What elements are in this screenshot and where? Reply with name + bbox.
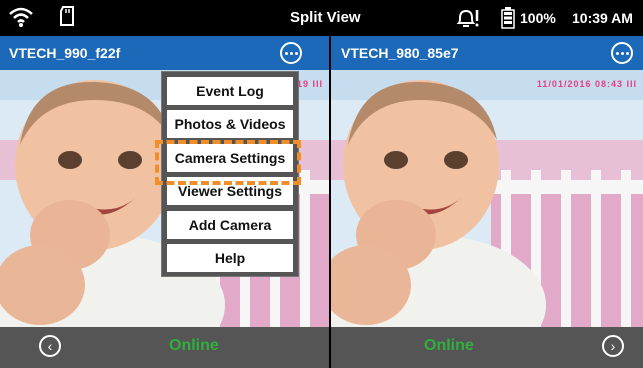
chevron-left-icon[interactable]: ‹	[39, 335, 61, 357]
right-timestamp: 11/01/2016 08:43 III	[536, 79, 637, 89]
right-camera-panel[interactable]: VTECH_980_85e7 11/01/2016 08:43 III Onli…	[331, 36, 643, 368]
clock: 10:39 AM	[572, 10, 633, 26]
right-camera-feed[interactable]: 11/01/2016 08:43 III	[331, 70, 643, 327]
menu-item-photos-videos[interactable]: Photos & Videos	[167, 110, 293, 138]
highlight-box	[155, 140, 301, 185]
wifi-icon	[9, 7, 33, 27]
left-timestamp: 19 III	[296, 79, 323, 89]
left-status-online: Online	[169, 337, 219, 354]
menu-item-add-camera[interactable]: Add Camera	[167, 211, 293, 239]
left-panel-footer: ‹ Online	[0, 327, 329, 368]
chevron-right-icon[interactable]: ›	[602, 335, 624, 357]
battery-icon	[501, 7, 515, 29]
right-panel-footer: Online ›	[331, 327, 643, 368]
screen-title: Split View	[290, 9, 361, 26]
right-status-online: Online	[424, 337, 474, 354]
sd-card-icon	[60, 6, 74, 26]
more-options-button[interactable]	[280, 42, 302, 64]
more-options-button[interactable]	[611, 42, 633, 64]
battery-percentage: 100%	[520, 10, 556, 26]
right-camera-name: VTECH_980_85e7	[341, 45, 459, 61]
right-panel-header: VTECH_980_85e7	[331, 36, 643, 70]
alert-icon	[456, 9, 479, 27]
baby-image	[331, 70, 643, 327]
menu-item-event-log[interactable]: Event Log	[167, 77, 293, 105]
menu-item-help[interactable]: Help	[167, 244, 293, 272]
left-camera-name: VTECH_990_f22f	[9, 45, 121, 61]
status-bar: Split View 100% 10:39 AM	[0, 0, 643, 36]
left-panel-header: VTECH_990_f22f	[0, 36, 329, 70]
